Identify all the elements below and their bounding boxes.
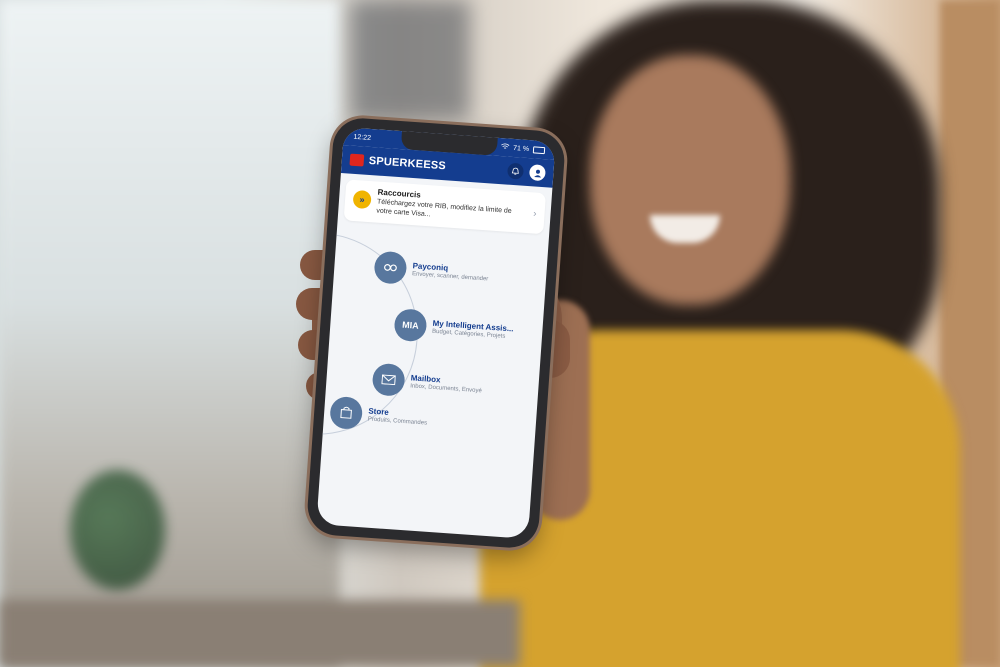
bell-icon[interactable] [506,162,525,180]
radial-menu: Payconiq Envoyer, scanner, demander MIA … [316,225,543,505]
double-chevron-right-icon: » [352,189,372,210]
battery-level: 71 % [512,144,530,153]
menu-item-store[interactable]: Store Produits, Commandes [329,395,428,434]
smartphone: 12:22 71 % SPUERKEESS » Raccourcis Téléc… [305,116,567,550]
spuerkeess-logo-icon [349,153,365,167]
profile-avatar[interactable] [528,164,546,182]
brand-name: SPUERKEESS [368,154,447,173]
chevron-right-icon: › [532,208,537,220]
shopping-bag-icon [329,395,364,430]
mia-icon: MIA [393,307,428,342]
battery-icon [532,145,546,154]
wifi-icon [501,143,510,152]
link-icon [373,250,408,285]
shortcuts-card[interactable]: » Raccourcis Téléchargez votre RIB, modi… [343,179,547,234]
mail-icon [371,362,406,397]
status-time: 12:22 [353,133,372,142]
app-screen: 12:22 71 % SPUERKEESS » Raccourcis Téléc… [316,127,556,539]
